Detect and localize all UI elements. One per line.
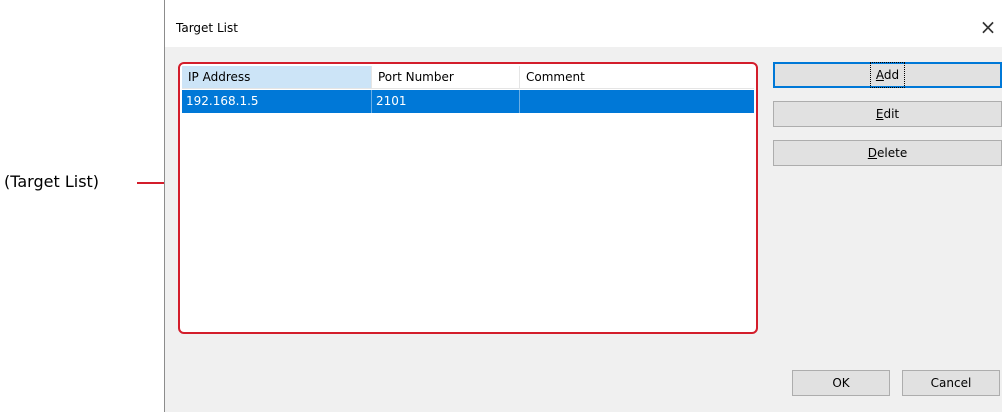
title-bar: Target List × — [165, 0, 1002, 47]
cell-port-number: 2101 — [372, 90, 520, 113]
ok-button[interactable]: OK — [792, 370, 890, 396]
target-list[interactable]: IP Address Port Number Comment 192.168.1… — [182, 66, 754, 330]
delete-mnemonic: D — [867, 146, 878, 160]
target-list-dialog: Target List × IP Address Port Number Com… — [164, 0, 1002, 412]
dialog-title: Target List — [176, 21, 238, 35]
close-icon[interactable]: × — [976, 15, 1000, 39]
column-header-ip-address[interactable]: IP Address — [182, 66, 372, 88]
column-header-port-number[interactable]: Port Number — [372, 66, 520, 88]
cell-comment — [520, 90, 754, 113]
delete-button[interactable]: Delete — [773, 140, 1002, 166]
delete-label: elete — [877, 146, 908, 160]
table-row[interactable]: 192.168.1.5 2101 — [182, 90, 754, 113]
edit-button[interactable]: Edit — [773, 101, 1002, 127]
add-mnemonic: A — [875, 68, 884, 82]
target-list-highlight: IP Address Port Number Comment 192.168.1… — [178, 62, 758, 334]
list-header: IP Address Port Number Comment — [182, 66, 754, 89]
add-label: dd — [883, 68, 900, 82]
add-button[interactable]: Add — [773, 62, 1002, 88]
cell-ip-address: 192.168.1.5 — [182, 90, 372, 113]
column-header-comment[interactable]: Comment — [520, 66, 754, 88]
cancel-button[interactable]: Cancel — [902, 370, 1000, 396]
edit-label: dit — [883, 107, 900, 121]
target-list-callout-label: (Target List) — [4, 172, 100, 191]
